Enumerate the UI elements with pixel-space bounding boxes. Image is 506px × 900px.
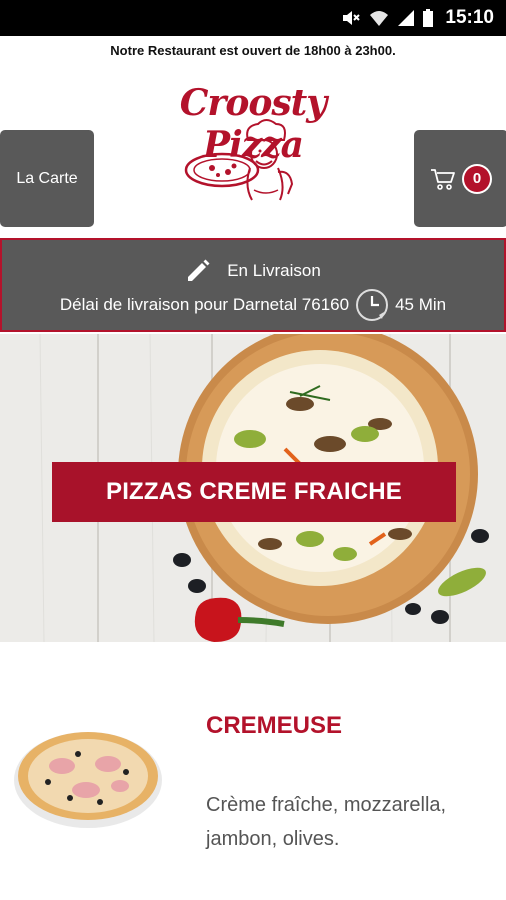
menu-button[interactable]: La Carte <box>0 130 94 227</box>
cart-button[interactable]: 0 <box>414 130 506 227</box>
shopping-cart-icon <box>431 168 455 190</box>
delivery-mode-row[interactable]: En Livraison <box>2 258 504 284</box>
wifi-icon <box>370 11 389 26</box>
status-bar: 15:10 <box>0 0 506 36</box>
chef-pizza-logo-icon <box>184 119 294 201</box>
pencil-icon <box>188 259 210 281</box>
battery-icon <box>423 9 434 27</box>
category-title: PIZZAS CREME FRAICHE <box>52 462 456 522</box>
delivery-delay-text: Délai de livraison pour Darnetal 76160 <box>59 295 350 314</box>
category-banner[interactable]: PIZZAS CREME FRAICHE <box>0 334 506 642</box>
product-image <box>14 732 162 828</box>
status-time: 15:10 <box>445 7 494 28</box>
delivery-delay-value: 45 Min <box>395 295 447 314</box>
cart-count-badge: 0 <box>462 163 492 194</box>
delivery-delay-row: Délai de livraison pour Darnetal 76160 4… <box>2 288 504 322</box>
status-icons: 15:10 <box>341 7 494 29</box>
restaurant-logo[interactable]: Croosty Pizza <box>130 82 376 206</box>
cart-count: 0 <box>464 165 490 192</box>
product-description: Crème fraîche, mozzarella, jambon, olive… <box>206 794 447 850</box>
delivery-mode-label: En Livraison <box>227 261 321 280</box>
product-name: CREMEUSE <box>206 712 343 739</box>
mute-icon <box>343 11 361 25</box>
menu-button-label: La Carte <box>16 169 78 187</box>
opening-hours-notice: Notre Restaurant est ouvert de 18h00 à 2… <box>110 43 396 58</box>
delivery-panel[interactable]: En Livraison Délai de livraison pour Dar… <box>0 238 506 332</box>
clock-icon <box>356 289 389 321</box>
signal-icon <box>398 10 415 26</box>
product-card[interactable]: CREMEUSE Crème fraîche, mozzarella, jamb… <box>0 660 506 900</box>
header: La Carte Croosty Pizza 0 <box>0 66 506 236</box>
